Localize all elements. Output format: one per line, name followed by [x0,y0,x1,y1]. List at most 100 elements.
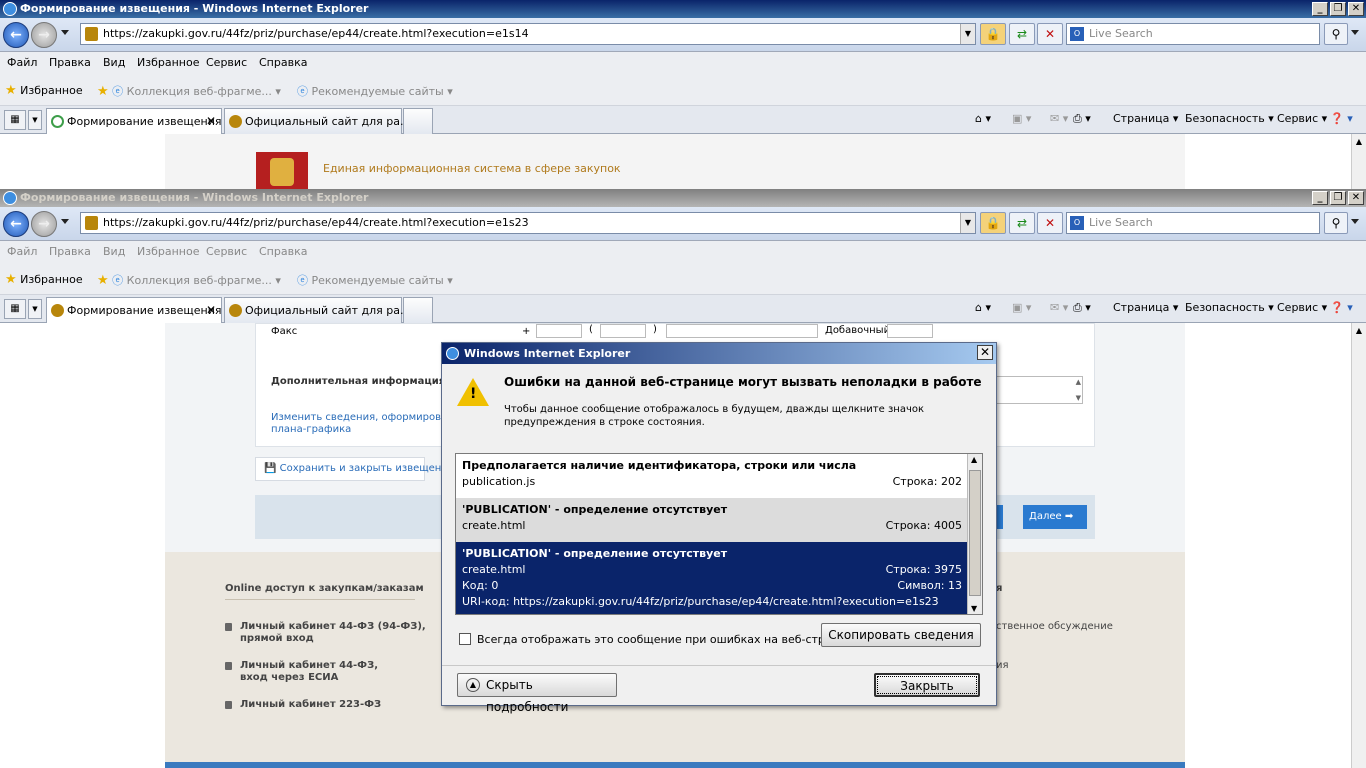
menu-edit[interactable]: Правка [49,245,91,258]
tab-create-notice[interactable]: Формирование извещения ✕ [46,297,222,323]
menu-help[interactable]: Справка [259,56,307,69]
dialog-titlebar[interactable]: Windows Internet Explorer ✕ [442,343,996,364]
feeds-icon[interactable]: ▣ ▾ [1012,112,1031,125]
back-button[interactable]: ← [3,211,29,237]
tab-create-notice[interactable]: Формирование извещения ✕ [46,108,222,134]
print-icon[interactable]: ⎙ ▾ [1073,301,1091,315]
scroll-down-icon[interactable]: ▼ [1076,394,1081,402]
refresh-icon[interactable]: ⇄ [1009,212,1035,234]
lock-icon[interactable]: 🔒 [980,23,1006,45]
mail-icon[interactable]: ✉ ▾ [1050,301,1068,314]
favorites-button[interactable]: ★ Избранное [5,272,83,287]
next-button[interactable]: Далее ➡ [1023,505,1087,529]
footer-right-link-discussion[interactable]: ственное обсуждение [996,621,1113,632]
page-menu[interactable]: Страница ▾ [1113,112,1178,125]
close-tab-icon[interactable]: ✕ [206,303,216,317]
scroll-up-icon[interactable]: ▲ [971,455,977,464]
tab-official-site[interactable]: Официальный сайт для ра... [224,297,410,323]
tab-list-dropdown-icon[interactable]: ▼ [28,110,42,130]
restore-button[interactable]: ❐ [1330,191,1346,205]
stop-icon[interactable]: ✕ [1037,23,1063,45]
search-dropdown-icon[interactable] [1351,30,1359,35]
web-slice-link[interactable]: ★ ⓔ Коллекция веб-фрагме... ▾ [97,83,281,99]
refresh-icon[interactable]: ⇄ [1009,23,1035,45]
scroll-up-icon[interactable]: ▲ [1354,326,1364,338]
restore-button[interactable]: ❐ [1330,2,1346,16]
url-dropdown-icon[interactable]: ▼ [960,213,975,233]
home-icon[interactable]: ⌂ ▾ [975,301,991,314]
minimize-button[interactable]: _ [1312,2,1328,16]
extra-info-textarea[interactable]: ▲ ▼ [995,376,1083,404]
url-input[interactable]: https://zakupki.gov.ru/44fz/priz/purchas… [80,23,976,45]
ext-input[interactable] [887,324,933,338]
url-input[interactable]: https://zakupki.gov.ru/44fz/priz/purchas… [80,212,976,234]
fax-area-input[interactable] [600,324,646,338]
dialog-close-button[interactable]: ✕ [977,345,993,360]
url-dropdown-icon[interactable]: ▼ [960,24,975,44]
footer-link-cabinet-esia[interactable]: Личный кабинет 44-ФЗ, вход через ЕСИА [225,660,378,684]
menu-edit[interactable]: Правка [49,56,91,69]
window-titlebar[interactable]: Формирование извещения - Windows Interne… [0,189,1366,207]
fax-country-input[interactable] [536,324,582,338]
footer-link-cabinet-44-94[interactable]: Личный кабинет 44-ФЗ (94-ФЗ), прямой вход [225,621,426,645]
footer-right-link[interactable]: ия [996,660,1009,671]
scroll-up-icon[interactable]: ▲ [1354,137,1364,149]
tools-menu[interactable]: Сервис ▾ [1277,301,1327,314]
menu-tools[interactable]: Сервис [206,245,247,258]
print-icon[interactable]: ⎙ ▾ [1073,112,1091,126]
quick-tabs-icon[interactable]: ▦ [4,110,26,130]
error-item-selected[interactable]: 'PUBLICATION' - определение отсутствует … [456,542,968,614]
error-list-scrollbar[interactable]: ▲ ▼ [967,454,982,614]
close-button[interactable]: ✕ [1348,191,1364,205]
web-slice-link[interactable]: ★ ⓔ Коллекция веб-фрагме... ▾ [97,272,281,288]
search-icon[interactable]: ⚲ [1324,212,1348,234]
lock-icon[interactable]: 🔒 [980,212,1006,234]
home-icon[interactable]: ⌂ ▾ [975,112,991,125]
minimize-button[interactable]: _ [1312,191,1328,205]
help-icon[interactable]: ❓ ▾ [1330,301,1353,314]
close-button[interactable]: ✕ [1348,2,1364,16]
menu-favorites[interactable]: Избранное [137,56,199,69]
scroll-thumb[interactable] [969,470,981,596]
menu-file[interactable]: Файл [7,245,37,258]
always-show-checkbox[interactable] [459,633,471,645]
tab-list-dropdown-icon[interactable]: ▼ [28,299,42,319]
menu-view[interactable]: Вид [103,245,125,258]
page-menu[interactable]: Страница ▾ [1113,301,1178,314]
mail-icon[interactable]: ✉ ▾ [1050,112,1068,125]
window-titlebar[interactable]: Формирование извещения - Windows Interne… [0,0,1366,18]
tab-official-site[interactable]: Официальный сайт для ра... [224,108,410,134]
history-dropdown-icon[interactable] [61,30,69,35]
tools-menu[interactable]: Сервис ▾ [1277,112,1327,125]
feeds-icon[interactable]: ▣ ▾ [1012,301,1031,314]
change-details-link-cont[interactable]: плана-графика [271,424,351,435]
stop-icon[interactable]: ✕ [1037,212,1063,234]
help-icon[interactable]: ❓ ▾ [1330,112,1353,125]
scrollbar[interactable]: ▲ [1351,134,1366,190]
error-item[interactable]: Предполагается наличие идентификатора, с… [456,454,968,498]
search-input[interactable]: O Live Search [1066,23,1320,45]
error-item[interactable]: 'PUBLICATION' - определение отсутствует … [456,498,968,542]
suggested-sites-link[interactable]: ⓔ Рекомендуемые сайты ▾ [297,272,453,288]
search-dropdown-icon[interactable] [1351,219,1359,224]
history-dropdown-icon[interactable] [61,219,69,224]
search-input[interactable]: O Live Search [1066,212,1320,234]
new-tab-button[interactable] [403,108,433,134]
always-show-label[interactable]: Всегда отображать это сообщение при ошиб… [477,633,860,646]
fax-number-input[interactable] [666,324,818,338]
scroll-up-icon[interactable]: ▲ [1076,378,1081,386]
scrollbar[interactable]: ▲ [1351,323,1366,768]
menu-view[interactable]: Вид [103,56,125,69]
save-close-button[interactable]: 💾 Сохранить и закрыть извещение [255,457,454,481]
forward-button[interactable]: → [31,22,57,48]
favorites-button[interactable]: ★ Избранное [5,83,83,98]
copy-details-button[interactable]: Скопировать сведения [821,623,981,647]
back-button[interactable]: ← [3,22,29,48]
hide-details-button[interactable]: ▲ Скрыть подробности [457,673,617,714]
menu-file[interactable]: Файл [7,56,37,69]
close-tab-icon[interactable]: ✕ [206,114,216,128]
quick-tabs-icon[interactable]: ▦ [4,299,26,319]
search-icon[interactable]: ⚲ [1324,23,1348,45]
menu-tools[interactable]: Сервис [206,56,247,69]
safety-menu[interactable]: Безопасность ▾ [1185,301,1274,314]
